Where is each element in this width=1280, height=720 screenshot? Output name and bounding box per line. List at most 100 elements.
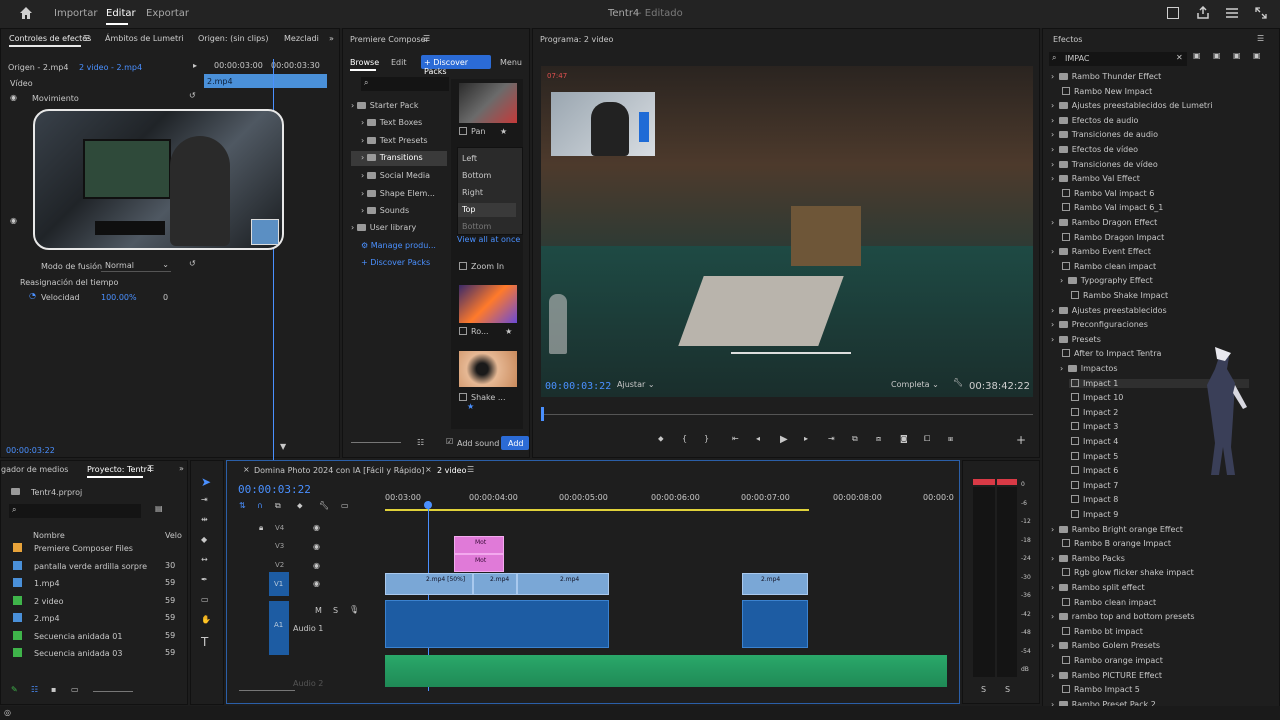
eye-icon[interactable]: ◉ xyxy=(313,561,320,570)
effect-item[interactable]: › Rambo Bright orange Effect xyxy=(1051,525,1183,534)
composer-search-input[interactable]: ⌕ xyxy=(361,77,449,91)
new-bin-icon[interactable]: ▤ xyxy=(155,504,163,513)
ripple-tool-icon[interactable]: ⇹ xyxy=(201,515,208,524)
effect-item[interactable]: Impact 8 xyxy=(1069,495,1118,504)
captions-icon[interactable]: ▭ xyxy=(341,501,349,510)
tab-lumetri[interactable]: Ámbitos de Lumetri xyxy=(105,34,184,43)
tree-user-library[interactable]: › User library xyxy=(351,223,416,232)
tree-text-boxes[interactable]: › Text Boxes xyxy=(361,118,422,127)
insert-icon[interactable]: ⧉ xyxy=(852,434,858,444)
effect-item[interactable]: Rambo Impact 5 xyxy=(1060,685,1140,694)
mute-button[interactable]: M xyxy=(315,606,322,615)
effect-item[interactable]: Rambo bt impact xyxy=(1060,626,1143,636)
track-v4[interactable]: V4 xyxy=(275,524,284,532)
clear-search-icon[interactable]: ✕ xyxy=(1176,53,1183,62)
effect-item[interactable]: Impact 10 xyxy=(1069,393,1123,402)
nest-icon[interactable]: ⇅ xyxy=(239,501,246,510)
effect-item[interactable]: › Impactos xyxy=(1060,364,1117,373)
effects-search-input[interactable]: ⌕ IMPAC xyxy=(1049,52,1187,66)
quick-export-icon[interactable] xyxy=(1167,7,1179,19)
timeline-ruler[interactable]: 00:03:00 00:00:04:00 00:00:05:00 00:00:0… xyxy=(385,489,954,513)
effect-item[interactable]: › Efectos de audio xyxy=(1051,116,1138,125)
effect-item[interactable]: Impact 2 xyxy=(1069,407,1118,417)
more-tabs-icon[interactable]: » xyxy=(329,34,334,43)
freeform-icon[interactable]: ▭ xyxy=(71,685,79,694)
effect-item[interactable]: › Ajustes preestablecidos xyxy=(1051,306,1167,315)
wrench-icon[interactable]: 🔧︎ xyxy=(953,378,963,387)
project-search-input[interactable]: ⌕ xyxy=(9,504,141,518)
preset-pan[interactable]: Pan ★ xyxy=(459,127,507,136)
project-item[interactable]: 2.mp4 59 xyxy=(13,613,183,623)
project-item[interactable]: Premiere Composer Files xyxy=(13,543,183,553)
list-view-icon[interactable]: ☷ xyxy=(417,438,424,447)
eye-icon[interactable]: ◉ xyxy=(10,93,17,102)
tree-manage-products[interactable]: ⚙ Manage produ... xyxy=(361,241,436,250)
in-point-icon[interactable]: { xyxy=(682,434,687,443)
preset-shake[interactable]: Shake ... ★ xyxy=(459,393,523,411)
selection-tool-icon[interactable]: ➤ xyxy=(201,475,211,489)
go-to-in-icon[interactable]: ⇤ xyxy=(732,434,739,443)
step-back-icon[interactable]: ◂ xyxy=(756,434,760,443)
nav-import[interactable]: Importar xyxy=(54,8,97,19)
preset-zoom-in[interactable]: Zoom In xyxy=(459,262,504,271)
effect-item[interactable]: Rambo clean impact xyxy=(1060,597,1156,607)
tree-shape-elements[interactable]: › Shape Elem... xyxy=(361,189,435,198)
icon-view-icon[interactable]: ▪ xyxy=(51,685,56,694)
nav-edit[interactable]: Editar xyxy=(106,8,136,19)
eye-icon-2[interactable]: ◉ xyxy=(10,216,17,225)
effect-item[interactable]: Rambo clean impact xyxy=(1060,261,1156,271)
effect-item[interactable]: Rambo B orange Impact xyxy=(1060,539,1171,548)
solo-left-button[interactable]: S xyxy=(981,685,986,694)
speed-value[interactable]: 100.00% xyxy=(101,293,137,302)
project-item[interactable]: Secuencia anidada 01 59 xyxy=(13,630,183,641)
hand-tool-icon[interactable]: ✋ xyxy=(201,615,211,624)
pencil-icon[interactable]: ✎ xyxy=(11,685,18,694)
32bit-icon[interactable]: ▣ xyxy=(1213,51,1221,60)
star-icon-2[interactable]: ★ xyxy=(505,327,512,336)
program-timecode[interactable]: 00:00:03:22 xyxy=(545,381,611,392)
effect-item[interactable]: Rambo orange impact xyxy=(1060,656,1163,665)
effect-item[interactable]: Rambo Shake Impact xyxy=(1069,291,1168,300)
effect-item[interactable]: Rgb glow flicker shake impact xyxy=(1060,568,1194,577)
effect-item[interactable]: › rambo top and bottom presets xyxy=(1051,612,1194,621)
menu-button[interactable]: Menu xyxy=(500,58,522,67)
filter-icon[interactable]: ▼ xyxy=(280,442,286,451)
effect-item[interactable]: › Efectos de vídeo xyxy=(1051,145,1138,154)
tab-sequence-1[interactable]: Domina Photo 2024 con IA [Fácil y Rápido… xyxy=(254,466,424,475)
effect-item[interactable]: After to Impact Tentra xyxy=(1060,349,1161,358)
snap-icon[interactable]: ∩ xyxy=(257,501,263,510)
timeline-scrollbar[interactable] xyxy=(239,690,295,691)
program-scrubber[interactable] xyxy=(541,414,1033,422)
effects-menu-icon[interactable]: ☰ xyxy=(1257,34,1264,43)
tree-starter-pack[interactable]: › Starter Pack xyxy=(351,101,418,110)
project-menu-icon[interactable]: ☰ xyxy=(147,464,154,473)
effect-item[interactable]: Impact 4 xyxy=(1069,437,1118,446)
project-item[interactable]: Secuencia anidada 03 59 xyxy=(13,648,183,658)
accelerated-icon[interactable]: ▣ xyxy=(1193,51,1201,60)
eye-icon[interactable]: ◉ xyxy=(313,542,320,551)
effect-item[interactable]: Impact 9 xyxy=(1069,510,1118,519)
play-button-icon[interactable]: ▶ xyxy=(780,434,788,445)
star-icon-3[interactable]: ★ xyxy=(467,402,474,411)
tab-project[interactable]: Proyecto: Tentr4 xyxy=(87,465,152,474)
share-icon[interactable] xyxy=(1197,5,1209,19)
video-clip-1[interactable]: 2.mp4 [50%] xyxy=(385,573,473,595)
effect-item[interactable]: Impact 5 xyxy=(1069,451,1118,461)
solo-right-button[interactable]: S xyxy=(1005,685,1010,694)
effect-item[interactable]: › Rambo Golem Presets xyxy=(1051,641,1160,650)
work-area-bar[interactable] xyxy=(385,509,809,511)
effect-item[interactable]: Rambo Val impact 6 xyxy=(1060,188,1154,198)
compare-icon[interactable]: ⧠ xyxy=(924,434,930,444)
tree-discover-packs[interactable]: + Discover Packs xyxy=(361,258,430,267)
track-v2[interactable]: V2 xyxy=(275,561,284,569)
project-item[interactable]: 2 video 59 xyxy=(13,595,183,606)
camera-icon[interactable]: ◙ xyxy=(900,434,908,443)
project-zoom-slider[interactable] xyxy=(93,691,133,692)
track-v1-target[interactable]: V1 xyxy=(269,572,289,596)
play-icon[interactable]: ▸ xyxy=(193,61,197,70)
effect-item[interactable]: Impact 6 xyxy=(1069,466,1118,475)
stopwatch-icon[interactable]: ◔ xyxy=(29,291,36,300)
track-v3[interactable]: V3 xyxy=(275,542,284,550)
motion-clip-v3[interactable]: Mot xyxy=(454,536,504,554)
preset-rotate-thumb[interactable] xyxy=(459,285,517,323)
